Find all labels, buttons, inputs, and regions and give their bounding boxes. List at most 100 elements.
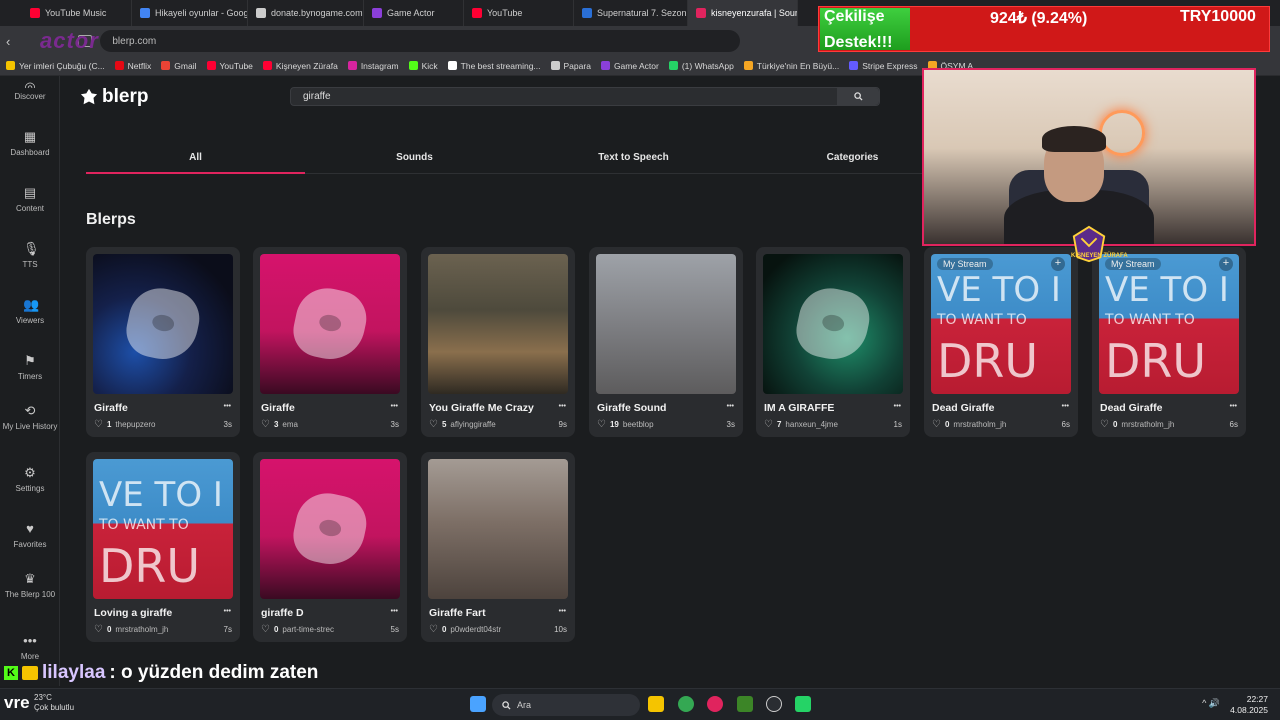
heart-icon[interactable]: ♡ [261,624,270,635]
bookmark-item[interactable]: Netflix [114,61,151,71]
heart-icon[interactable]: ♡ [1100,419,1109,430]
system-tray[interactable]: ^ 🔊 [1202,698,1220,709]
search-button[interactable] [837,88,879,105]
sidebar-item-the-blerp-100[interactable]: ♛ The Blerp 100 [0,572,60,600]
bookmark-item[interactable]: The best streaming... [447,61,541,71]
obs-icon[interactable] [766,696,782,712]
blerp-thumbnail[interactable] [596,254,736,394]
opera-icon[interactable] [707,696,723,712]
back-icon[interactable]: ‹ [6,34,10,49]
bookmark-item[interactable]: YouTube [206,61,253,71]
blerp-card[interactable]: VE TO I TO WANT TO DRU My Stream + Dead Giraf… [1092,247,1246,437]
browser-tab[interactable]: kisneyenzurafa | Soundbi [688,0,798,26]
bookmark-item[interactable]: Kick [408,61,438,71]
blerp-title[interactable]: Giraffe Sound [597,402,715,414]
taskbar-search[interactable]: Ara [492,694,640,716]
heart-icon[interactable]: ♡ [94,624,103,635]
browser-tab[interactable]: Game Actor [364,0,464,26]
blerp-author[interactable]: hanxeun_4jme [785,420,889,429]
blerp-card[interactable]: giraffe D ••• ♡ 0 part-time-strec 5s [253,452,407,642]
blerp-card[interactable]: VE TO I TO WANT TO DRU Loving a giraffe ••• ♡… [86,452,240,642]
heart-icon[interactable]: ♡ [597,419,606,430]
bookmark-item[interactable]: Papara [550,61,591,71]
blerp-author[interactable]: mrstratholm_jh [115,625,219,634]
blerp-author[interactable]: p0wderdt04str [450,625,550,634]
bookmark-item[interactable]: Yer imleri Çubuğu (C... [6,61,105,71]
tab-all[interactable]: All [86,146,305,174]
bookmark-item[interactable]: Instagram [347,61,399,71]
sidebar-item-dashboard[interactable]: ▦ Dashboard [0,130,60,158]
sidebar-item-favorites[interactable]: ♥ Favorites [0,522,60,550]
blerp-thumbnail[interactable] [428,254,568,394]
blerp-thumbnail[interactable]: VE TO I TO WANT TO DRU My Stream + [1099,254,1239,394]
blerp-title[interactable]: You Giraffe Me Crazy [429,402,547,414]
blerp-title[interactable]: Dead Giraffe [932,402,1050,414]
blerp-card[interactable]: Giraffe ••• ♡ 1 thepupzero 3s [86,247,240,437]
bookmark-item[interactable]: Türkiye'nin En Büyü... [743,61,839,71]
my-stream-button[interactable]: My Stream [937,258,993,270]
blerp-title[interactable]: Giraffe [94,402,212,414]
sidebar-item-settings[interactable]: ⚙ Settings [0,466,60,494]
bookmark-item[interactable]: (1) WhatsApp [668,61,734,71]
weather-widget[interactable]: 23°C Çok bulutlu [34,693,74,713]
heart-icon[interactable]: ♡ [764,419,773,430]
blerp-title[interactable]: IM A GIRAFFE [764,402,882,414]
blerp-thumbnail[interactable] [763,254,903,394]
more-options-icon[interactable]: ••• [894,403,901,410]
blerp-logo[interactable]: blerp [80,86,148,108]
heart-icon[interactable]: ♡ [261,419,270,430]
blerp-title[interactable]: Giraffe [261,402,379,414]
sidebar-item-timers[interactable]: ⚑ Timers [0,354,60,382]
blerp-title[interactable]: Dead Giraffe [1100,402,1218,414]
blerp-thumbnail[interactable]: VE TO I TO WANT TO DRU [93,459,233,599]
blerp-author[interactable]: thepupzero [115,420,219,429]
heart-icon[interactable]: ♡ [429,624,438,635]
address-bar[interactable]: blerp.com [100,30,741,52]
blerp-card[interactable]: Giraffe Fart ••• ♡ 0 p0wderdt04str 10s [421,452,575,642]
blerp-author[interactable]: part-time-strec [282,625,386,634]
blerp-author[interactable]: aflyinggiraffe [450,420,554,429]
blerp-title[interactable]: giraffe D [261,607,379,619]
minecraft-icon[interactable] [737,696,753,712]
heart-icon[interactable]: ♡ [94,419,103,430]
more-options-icon[interactable]: ••• [391,608,398,615]
more-options-icon[interactable]: ••• [1230,403,1237,410]
more-options-icon[interactable]: ••• [559,608,566,615]
heart-icon[interactable]: ♡ [932,419,941,430]
blerp-card[interactable]: You Giraffe Me Crazy ••• ♡ 5 aflyinggiraffe 9… [421,247,575,437]
taskbar-clock[interactable]: 22:27 4.08.2025 [1230,694,1268,716]
more-options-icon[interactable]: ••• [1062,403,1069,410]
heart-icon[interactable]: ♡ [429,419,438,430]
browser-tab[interactable]: YouTube Music [22,0,132,26]
more-options-icon[interactable]: ••• [224,403,231,410]
blerp-card[interactable]: Giraffe ••• ♡ 3 ema 3s [253,247,407,437]
windows-start-icon[interactable] [470,696,486,712]
sidebar-item-discover[interactable]: ◎ Discover [0,80,60,101]
browser-tab[interactable]: YouTube [464,0,574,26]
blerp-author[interactable]: mrstratholm_jh [1121,420,1225,429]
search-input[interactable] [291,88,837,105]
blerp-author[interactable]: ema [282,420,386,429]
blerp-card[interactable]: VE TO I TO WANT TO DRU My Stream + Dead Giraf… [924,247,1078,437]
more-options-icon[interactable]: ••• [224,608,231,615]
more-options-icon[interactable]: ••• [559,403,566,410]
blerp-title[interactable]: Loving a giraffe [94,607,212,619]
sidebar-item-more[interactable]: ••• More [0,634,60,662]
add-icon[interactable]: + [1219,257,1233,271]
whatsapp-icon[interactable] [795,696,811,712]
blerp-thumbnail[interactable] [260,459,400,599]
browser-tab[interactable]: Supernatural 7. Sezon 14. [574,0,688,26]
add-icon[interactable]: + [1051,257,1065,271]
sidebar-item-viewers[interactable]: 👥 Viewers [0,298,60,326]
chrome-icon[interactable] [678,696,694,712]
bookmark-item[interactable]: Gmail [161,61,197,71]
browser-tab[interactable]: Hikayeli oyunlar - Google [132,0,248,26]
blerp-thumbnail[interactable] [428,459,568,599]
blerp-thumbnail[interactable] [93,254,233,394]
blerp-author[interactable]: beetblop [623,420,723,429]
blerp-thumbnail[interactable] [260,254,400,394]
sidebar-item-my-live-history[interactable]: ⟲ My Live History [0,404,60,432]
blerp-card[interactable]: IM A GIRAFFE ••• ♡ 7 hanxeun_4jme 1s [756,247,910,437]
bookmark-item[interactable]: Stripe Express [849,61,918,71]
file-explorer-icon[interactable] [648,696,664,712]
